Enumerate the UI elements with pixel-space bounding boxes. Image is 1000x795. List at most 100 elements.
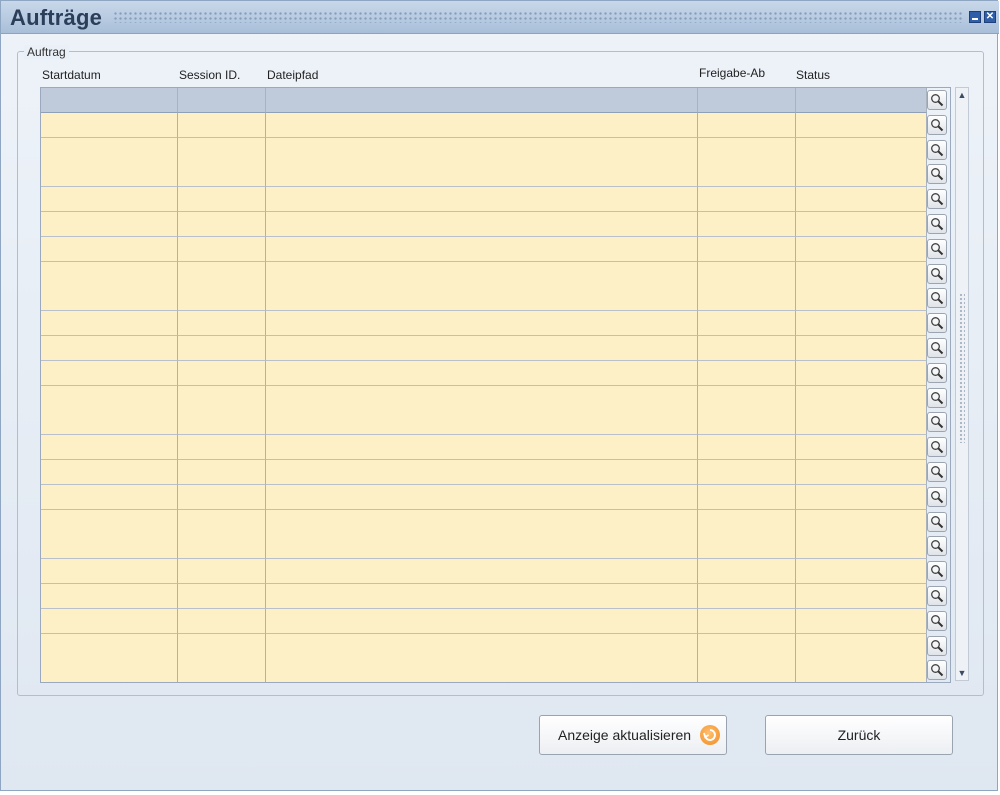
table-row[interactable] (41, 633, 950, 659)
table-cell[interactable] (178, 584, 266, 609)
table-row[interactable] (41, 410, 950, 436)
table-cell[interactable] (698, 162, 796, 188)
table-cell[interactable] (266, 385, 698, 411)
table-row[interactable] (41, 534, 950, 560)
table-cell[interactable] (41, 286, 178, 312)
table-cell[interactable] (266, 137, 698, 163)
table-row[interactable] (41, 286, 950, 312)
table-cell[interactable] (796, 484, 927, 510)
table-cell[interactable] (178, 336, 266, 361)
magnifier-icon[interactable] (927, 561, 947, 582)
table-row[interactable] (41, 435, 950, 461)
table-cell[interactable] (698, 187, 796, 213)
table-cell[interactable] (796, 187, 927, 213)
table-cell[interactable] (796, 534, 927, 560)
magnifier-icon[interactable] (927, 437, 947, 458)
table-cell[interactable] (266, 162, 698, 188)
table-cell[interactable] (266, 509, 698, 535)
table-cell[interactable] (41, 534, 178, 560)
magnifier-icon[interactable] (927, 536, 947, 557)
table-cell[interactable] (796, 212, 927, 237)
table-cell[interactable] (698, 484, 796, 510)
table-cell[interactable] (178, 162, 266, 188)
table-cell[interactable] (698, 112, 796, 138)
magnifier-icon[interactable] (927, 288, 947, 309)
table-cell[interactable] (178, 187, 266, 213)
table-cell[interactable] (41, 559, 178, 585)
table-row[interactable] (41, 311, 950, 337)
magnifier-icon[interactable] (927, 338, 947, 358)
magnifier-icon[interactable] (927, 139, 947, 160)
table-row[interactable] (41, 112, 950, 138)
table-cell[interactable] (178, 534, 266, 560)
table-cell[interactable] (178, 658, 266, 682)
table-cell[interactable] (41, 137, 178, 163)
table-cell[interactable] (266, 633, 698, 659)
table-cell[interactable] (266, 360, 698, 386)
table-cell[interactable] (698, 137, 796, 163)
table-cell[interactable] (41, 584, 178, 609)
table-cell[interactable] (266, 608, 698, 634)
table-cell[interactable] (266, 410, 698, 436)
table-cell[interactable] (41, 236, 178, 262)
refresh-button[interactable]: Anzeige aktualisieren (539, 715, 727, 755)
table-cell[interactable] (698, 509, 796, 535)
table-cell[interactable] (698, 286, 796, 312)
table-cell[interactable] (178, 633, 266, 659)
table-cell[interactable] (796, 435, 927, 461)
table-cell[interactable] (41, 311, 178, 337)
table-cell[interactable] (178, 236, 266, 262)
table-cell[interactable] (796, 236, 927, 262)
table-cell[interactable] (796, 559, 927, 585)
table-cell[interactable] (796, 112, 927, 138)
table-cell[interactable] (796, 509, 927, 535)
table-cell[interactable] (796, 460, 927, 485)
scroll-up-icon[interactable]: ▲ (956, 88, 968, 102)
table-cell[interactable] (266, 460, 698, 485)
table-row[interactable] (41, 162, 950, 188)
magnifier-icon[interactable] (927, 90, 947, 110)
table-row[interactable] (41, 509, 950, 535)
table-cell[interactable] (41, 336, 178, 361)
magnifier-icon[interactable] (927, 635, 947, 656)
table-cell[interactable] (266, 534, 698, 560)
magnifier-icon[interactable] (927, 387, 947, 408)
magnifier-icon[interactable] (927, 462, 947, 482)
magnifier-icon[interactable] (927, 610, 947, 631)
table-row[interactable] (41, 584, 950, 609)
table-row[interactable] (41, 360, 950, 386)
table-cell[interactable] (266, 236, 698, 262)
magnifier-icon[interactable] (927, 238, 947, 259)
table-cell[interactable] (698, 559, 796, 585)
table-cell[interactable] (796, 608, 927, 634)
table-cell[interactable] (698, 385, 796, 411)
table-cell[interactable] (266, 261, 698, 287)
minimize-icon[interactable] (969, 11, 981, 23)
table-row[interactable] (41, 261, 950, 287)
table-row[interactable] (41, 484, 950, 510)
table-cell[interactable] (41, 410, 178, 436)
table-cell[interactable] (266, 286, 698, 312)
magnifier-icon[interactable] (927, 511, 947, 532)
table-cell[interactable] (178, 509, 266, 535)
table-cell[interactable] (41, 509, 178, 535)
table-row[interactable] (41, 460, 950, 485)
magnifier-icon[interactable] (927, 313, 947, 334)
table-cell[interactable] (266, 311, 698, 337)
magnifier-icon[interactable] (927, 486, 947, 507)
table-cell[interactable] (796, 88, 927, 113)
table-row[interactable] (41, 187, 950, 213)
table-cell[interactable] (178, 88, 266, 113)
table-cell[interactable] (698, 534, 796, 560)
table-cell[interactable] (41, 212, 178, 237)
table-cell[interactable] (178, 559, 266, 585)
table-row[interactable] (41, 336, 950, 361)
table-row[interactable] (41, 559, 950, 585)
table-cell[interactable] (796, 360, 927, 386)
table-cell[interactable] (41, 608, 178, 634)
table-row[interactable] (41, 385, 950, 411)
table-cell[interactable] (698, 584, 796, 609)
table-cell[interactable] (698, 360, 796, 386)
table-cell[interactable] (41, 88, 178, 113)
table-cell[interactable] (796, 261, 927, 287)
